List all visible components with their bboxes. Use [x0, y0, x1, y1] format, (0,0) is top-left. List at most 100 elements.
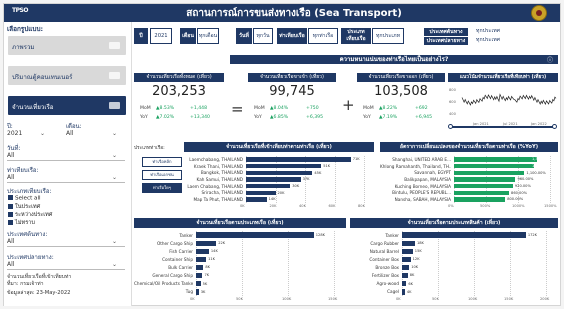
dest-dropdown[interactable]: All — [7, 261, 14, 268]
x-tick-label: 80K — [358, 204, 365, 208]
bar[interactable] — [402, 289, 405, 295]
port-filter-button[interactable]: ท่าเทียบเรือ — [277, 28, 307, 44]
bar[interactable] — [402, 248, 413, 254]
shiptype-filter-button[interactable]: ประเภท เทียบเรือ — [341, 28, 371, 44]
nav-overview-button[interactable]: ภาพรวม — [8, 36, 126, 55]
bar-value-label: 8K — [409, 273, 415, 278]
chevron-down-icon[interactable]: ⌄ — [112, 130, 117, 137]
month-dropdown[interactable]: All — [66, 130, 73, 137]
month-filter-button[interactable]: เดือน — [180, 28, 196, 44]
nav-container-volume-button[interactable]: ปริมาณตู้คอนเทนเนอร์ — [8, 66, 126, 85]
bar[interactable] — [402, 240, 415, 246]
gridline — [288, 231, 289, 296]
kpi-mom-abs: +750 — [306, 106, 319, 111]
checkbox-domestic[interactable]: ในประเทศ — [8, 203, 40, 211]
sidebar-title: เลือกรูปแบบ: — [7, 25, 44, 33]
x-tick-label: 0K — [190, 297, 195, 301]
bar[interactable] — [454, 177, 516, 182]
bar[interactable] — [454, 157, 538, 162]
bar[interactable] — [454, 170, 525, 175]
bar[interactable] — [196, 273, 203, 279]
chevron-down-icon[interactable]: ⌄ — [40, 130, 45, 137]
cargo-panel-title: จำนวนเที่ยวเรือตามประเภทสินค้า (เที่ยว) — [350, 218, 558, 228]
category-label: Tug — [185, 289, 193, 295]
bar[interactable] — [196, 232, 314, 238]
bar[interactable] — [246, 163, 322, 169]
bar[interactable] — [454, 190, 510, 196]
kpi-yoy-pct: ▲7.02% — [156, 115, 175, 120]
bar-value-label: 30K — [292, 184, 300, 188]
bar[interactable] — [454, 163, 534, 169]
kpi-inbound-trips: จำนวนเที่ยวเรือขาเข้า (เที่ยว) 99,745 Mo… — [248, 73, 336, 128]
checkbox-unknown[interactable]: ไม่ทราบ — [8, 219, 35, 227]
bar-value-label: 20K — [277, 190, 285, 195]
bar[interactable] — [246, 170, 313, 175]
divider — [7, 182, 125, 183]
dest-filter-value[interactable]: ทุกประเทศ — [470, 37, 506, 45]
bar[interactable] — [246, 177, 301, 182]
checkbox-select-all[interactable]: Select all — [8, 195, 41, 202]
page-title: สถานการณ์การขนส่งทางเรือ (Sea Transport) — [186, 8, 402, 19]
slider-handle[interactable] — [448, 124, 453, 129]
shiptype-panel-title: จำนวนเที่ยวเรือตามประเภทเรือ (เที่ยว) — [134, 218, 346, 228]
bar-value-label: 51K — [323, 163, 331, 168]
trend-y-tick: 400 — [449, 112, 457, 116]
bar[interactable] — [246, 157, 351, 162]
port-type-pill[interactable]: ท่าเรือเอกชน — [142, 170, 182, 180]
bar[interactable] — [402, 256, 411, 263]
bar[interactable] — [246, 184, 291, 189]
bar[interactable] — [196, 281, 201, 287]
bar[interactable] — [196, 264, 204, 271]
bar[interactable] — [454, 197, 506, 202]
day-filter-button[interactable]: วันที่ — [236, 28, 252, 44]
chevron-down-icon[interactable]: ⌄ — [112, 152, 117, 159]
port-type-pill[interactable]: ท่าเรือใดๆ — [142, 183, 182, 193]
year-filter-button[interactable]: ปี — [134, 28, 148, 44]
bar[interactable] — [246, 190, 276, 196]
trend-line-chart[interactable]: 800 600 400 Jan 2021 Jul 2021 Jan 2022 — [448, 84, 558, 128]
category-label: Tanker — [385, 232, 399, 238]
month-filter-value[interactable]: ทุกเดือน — [197, 28, 219, 44]
x-tick-label: 0K — [396, 297, 401, 301]
slider-handle[interactable] — [552, 124, 557, 129]
chevron-down-icon[interactable]: ⌄ — [112, 174, 117, 181]
port-dropdown[interactable]: All — [7, 174, 14, 181]
bar[interactable] — [246, 197, 267, 202]
bar[interactable] — [454, 184, 513, 189]
bar[interactable] — [196, 248, 209, 254]
kpi-mom-label: MoM — [140, 106, 151, 111]
bar[interactable] — [196, 289, 199, 295]
shiptype-filter-value[interactable]: ทุกประเภท — [372, 28, 404, 44]
kpi-value: 103,508 — [374, 84, 428, 99]
kpi-mom-pct: ▲8.53% — [156, 106, 175, 111]
bar-value-label: 22K — [218, 240, 226, 245]
origin-filter-value[interactable]: ทุกประเทศ — [470, 28, 506, 36]
date-dropdown[interactable]: All — [7, 152, 14, 159]
origin-filter-button[interactable]: ประเทศต้นทาง — [424, 28, 468, 36]
bar[interactable] — [402, 232, 526, 238]
day-filter-value[interactable]: ทุกวัน — [253, 28, 273, 44]
nav-vessel-trips-button[interactable]: จำนวนเที่ยวเรือ — [8, 96, 126, 115]
bar[interactable] — [196, 240, 217, 246]
chevron-down-icon[interactable]: ⌄ — [112, 238, 117, 245]
gridline — [242, 231, 243, 296]
origin-dropdown[interactable]: All — [7, 238, 14, 245]
bar[interactable] — [402, 281, 407, 287]
category-label: Container Box — [369, 256, 399, 262]
dest-filter-button[interactable]: ประเทศปลายทาง — [424, 37, 468, 45]
date-range-slider[interactable] — [450, 126, 556, 128]
bar[interactable] — [402, 273, 408, 279]
checkbox-international[interactable]: ระหว่างประเทศ — [8, 211, 52, 219]
gridline — [334, 156, 336, 203]
kpi-yoy-abs: +6,945 — [415, 115, 433, 120]
port-filter-value[interactable]: ทุกท่าเรือ — [308, 28, 338, 44]
checkbox-icon — [8, 195, 13, 200]
port-type-pill[interactable]: ท่าเรือหลัก — [142, 157, 182, 167]
year-filter-value[interactable]: 2021 — [150, 28, 172, 44]
info-icon[interactable]: ⓘ — [547, 55, 553, 64]
bar[interactable] — [402, 264, 410, 271]
growth-panel-title: อัตราการเปลี่ยนแปลงของจำนวนเที่ยวเรือตาม… — [380, 142, 558, 152]
bar[interactable] — [196, 256, 207, 263]
chevron-down-icon[interactable]: ⌄ — [112, 261, 117, 268]
year-dropdown[interactable]: 2021 — [7, 130, 22, 137]
